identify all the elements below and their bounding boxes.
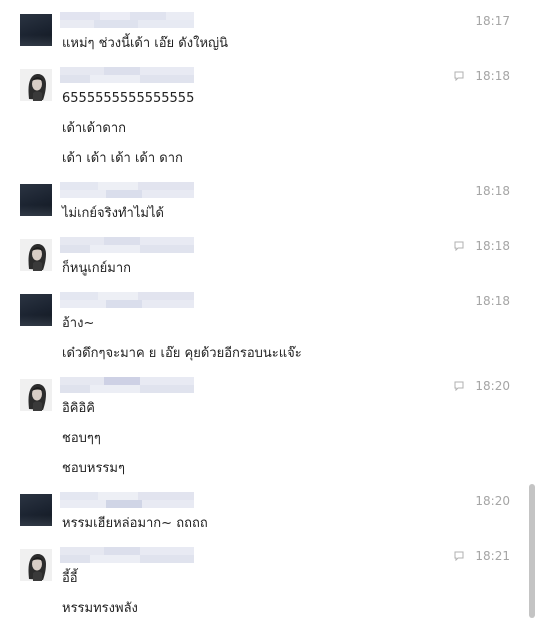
message-text: ชอบหรรมๆ — [62, 461, 125, 476]
girl-avatar-image — [20, 379, 52, 411]
girl-avatar[interactable] — [20, 379, 52, 411]
dark-avatar[interactable] — [20, 494, 52, 526]
message-time: 18:18 — [475, 294, 510, 308]
girl-avatar-image — [20, 549, 52, 581]
message-text: แหม่ๆ ช่วงนี้เด้า เอ๊ย ดังใหญ่นิ — [62, 36, 228, 51]
message-text: ชอบๆๆ — [62, 431, 101, 446]
message-time: 18:18 — [475, 184, 510, 198]
message-text: เด๋วดึกๆจะมาค ย เอ๊ย คุยด้วยอีกรอบนะแจ๊ะ — [62, 346, 302, 361]
message-time: 18:17 — [475, 14, 510, 28]
message-text: ก็หนูเกย์มาก — [62, 261, 131, 276]
blurred-sender-name — [60, 492, 194, 508]
message-text: เด้าเด้าดาก — [62, 121, 126, 136]
blurred-sender-name — [60, 67, 194, 83]
girl-avatar[interactable] — [20, 239, 52, 271]
message-text: หรรมทรงพลัง — [62, 601, 138, 616]
message-time: 18:18 — [475, 69, 510, 83]
blurred-sender-name — [60, 182, 194, 198]
blurred-sender-name — [60, 377, 194, 393]
message-time: 18:20 — [475, 379, 510, 393]
dark-avatar[interactable] — [20, 14, 52, 46]
dark-avatar[interactable] — [20, 184, 52, 216]
girl-avatar[interactable] — [20, 69, 52, 101]
girl-avatar-image — [20, 69, 52, 101]
dark-avatar[interactable] — [20, 294, 52, 326]
comment-icon[interactable] — [454, 551, 464, 561]
message-time: 18:21 — [475, 549, 510, 563]
blurred-sender-name — [60, 12, 194, 28]
message-time: 18:20 — [475, 494, 510, 508]
blurred-sender-name — [60, 547, 194, 563]
chat-log: 18:17 แหม่ๆ ช่วงนี้เด้า เอ๊ย ดังใหญ่นิ 1… — [0, 0, 539, 624]
message-text: เด้า เด้า เด้า เด้า ดาก — [62, 151, 183, 166]
girl-avatar[interactable] — [20, 549, 52, 581]
comment-icon[interactable] — [454, 241, 464, 251]
girl-avatar-image — [20, 239, 52, 271]
scrollbar-thumb[interactable] — [529, 484, 535, 618]
message-text: หรรมเฮียหล่อมาก~ ถถถถ — [62, 516, 208, 531]
blurred-sender-name — [60, 292, 194, 308]
blurred-sender-name — [60, 237, 194, 253]
message-text: 6555555555555555 — [62, 91, 195, 106]
message-text: อิคิอิคิ — [62, 401, 96, 416]
message-time: 18:18 — [475, 239, 510, 253]
message-text: อ้าง~ — [62, 316, 95, 331]
comment-icon[interactable] — [454, 71, 464, 81]
message-text: อี้อี้ — [62, 571, 78, 586]
message-text: ไม่เกย์จริงทำไม่ได้ — [62, 206, 164, 221]
comment-icon[interactable] — [454, 381, 464, 391]
